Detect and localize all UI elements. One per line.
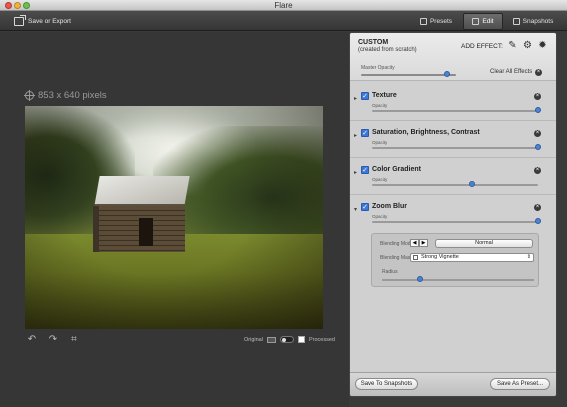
tab-presets[interactable]: Presets xyxy=(414,13,458,30)
effect-opacity-track[interactable] xyxy=(372,147,538,149)
save-export-label: Save or Export xyxy=(28,17,71,25)
stepper-prev-icon[interactable]: ◀ xyxy=(410,239,419,247)
disclosure-arrow-icon[interactable]: ▸ xyxy=(354,169,357,176)
dimensions-icon xyxy=(24,90,35,101)
tab-edit[interactable]: Edit xyxy=(463,13,503,30)
undo-icon[interactable]: ↶ xyxy=(27,335,37,345)
remove-effect-icon[interactable]: × xyxy=(534,204,541,211)
processed-checkbox[interactable] xyxy=(297,336,305,343)
preset-subtitle: (created from scratch) xyxy=(358,47,417,53)
window-title: Flare xyxy=(274,1,293,10)
edit-panel: CUSTOM (created from scratch) ADD EFFECT… xyxy=(349,32,557,397)
preset-title: CUSTOM xyxy=(358,39,389,46)
radius-slider[interactable] xyxy=(417,276,423,282)
effect-opacity-label: Opacity xyxy=(372,214,388,219)
tab-edit-label: Edit xyxy=(482,18,494,25)
compare-toggle[interactable] xyxy=(279,336,294,343)
mask-swatch-icon xyxy=(413,255,418,260)
save-as-preset-button[interactable]: Save As Preset... xyxy=(490,378,550,390)
blending-mode-button[interactable]: Normal xyxy=(435,239,533,248)
effect-opacity-track[interactable] xyxy=(372,110,538,112)
effect-opacity-slider[interactable] xyxy=(535,218,541,224)
radius-label: Radius xyxy=(382,269,398,275)
snapshots-icon xyxy=(512,18,520,25)
effect-enabled-checkbox[interactable]: ✓ xyxy=(361,129,369,137)
effect-opacity-slider[interactable] xyxy=(535,107,541,113)
presets-icon xyxy=(419,18,427,25)
blending-mode-stepper[interactable]: ◀ ▶ xyxy=(410,239,428,247)
radius-track[interactable] xyxy=(382,279,534,281)
add-effect-label: ADD EFFECT: xyxy=(461,43,503,50)
export-icon xyxy=(14,14,26,26)
blending-mode-label: Blending Mode xyxy=(380,241,414,247)
crop-icon[interactable]: ⌗ xyxy=(69,335,79,345)
title-bar: Flare xyxy=(0,0,567,11)
tab-snapshots-label: Snapshots xyxy=(522,18,554,25)
master-opacity-track[interactable] xyxy=(361,74,456,76)
effect-opacity-slider[interactable] xyxy=(468,181,475,187)
zoom-blur-settings: Blending Mode ◀ ▶ Normal Blending Mask S… xyxy=(371,233,539,287)
redo-icon[interactable]: ↷ xyxy=(48,335,58,345)
effect-opacity-track[interactable] xyxy=(372,184,538,186)
effect-enabled-checkbox[interactable]: ✓ xyxy=(361,92,369,100)
clear-all-effects-label[interactable]: Clear All Effects xyxy=(490,69,532,75)
blending-mask-select[interactable]: Strong Vignette ⇕ xyxy=(410,253,534,262)
tab-presets-label: Presets xyxy=(429,18,453,25)
canvas-tools: ↶ ↷ ⌗ xyxy=(27,335,79,345)
effect-opacity-label: Opacity xyxy=(372,103,388,108)
effect-enabled-checkbox[interactable]: ✓ xyxy=(361,203,369,211)
save-to-snapshots-button[interactable]: Save To Snapshots xyxy=(355,378,418,390)
divider xyxy=(350,194,556,195)
original-label: Original xyxy=(244,336,263,343)
blending-mask-value: Strong Vignette xyxy=(421,254,459,260)
chevron-updown-icon: ⇕ xyxy=(526,254,531,260)
divider xyxy=(350,120,556,121)
panel-footer: Save To Snapshots Save As Preset... xyxy=(350,372,556,396)
effect-name: Saturation, Brightness, Contrast xyxy=(372,129,480,136)
effect-opacity-label: Opacity xyxy=(372,140,388,145)
effect-name: Texture xyxy=(372,92,397,99)
dimensions-label: 853 x 640 pixels xyxy=(38,90,107,101)
add-effect-sun-icon[interactable]: ✹ xyxy=(537,40,548,51)
effect-opacity-track[interactable] xyxy=(372,221,538,223)
remove-effect-icon[interactable]: × xyxy=(534,167,541,174)
divider xyxy=(350,157,556,158)
master-opacity-label: Master Opacity xyxy=(361,65,395,71)
add-effect-brush-icon[interactable]: ✎ xyxy=(507,40,518,51)
photo-preview[interactable] xyxy=(25,106,323,329)
save-export-button[interactable]: Save or Export xyxy=(14,14,71,27)
edit-icon xyxy=(472,18,480,25)
disclosure-arrow-icon[interactable]: ▾ xyxy=(354,206,357,213)
toolbar: Save or Export Presets Edit Snapshots xyxy=(0,11,567,31)
add-effect-gear-icon[interactable]: ⚙ xyxy=(522,40,533,51)
master-opacity-slider[interactable] xyxy=(443,71,450,77)
clear-all-close-icon[interactable]: × xyxy=(535,69,542,76)
disclosure-arrow-icon[interactable]: ▸ xyxy=(354,132,357,139)
compare-controls: Original Processed xyxy=(244,336,335,343)
disclosure-arrow-icon[interactable]: ▸ xyxy=(354,95,357,102)
effect-name: Color Gradient xyxy=(372,166,422,173)
original-thumb-icon xyxy=(266,336,276,343)
remove-effect-icon[interactable]: × xyxy=(534,130,541,137)
blending-mask-label: Blending Mask xyxy=(380,255,413,261)
effect-opacity-label: Opacity xyxy=(372,177,388,182)
effect-enabled-checkbox[interactable]: ✓ xyxy=(361,166,369,174)
remove-effect-icon[interactable]: × xyxy=(534,93,541,100)
panel-header: CUSTOM (created from scratch) ADD EFFECT… xyxy=(350,33,556,81)
photo-vignette xyxy=(25,106,323,329)
processed-label: Processed xyxy=(308,336,335,343)
canvas-area: 853 x 640 pixels ↶ ↷ ⌗ Original Processe… xyxy=(0,32,349,407)
effect-name: Zoom Blur xyxy=(372,203,407,210)
effect-opacity-slider[interactable] xyxy=(535,144,541,150)
tab-snapshots[interactable]: Snapshots xyxy=(505,13,561,30)
stepper-next-icon[interactable]: ▶ xyxy=(419,239,428,247)
image-dimensions: 853 x 640 pixels xyxy=(24,90,107,101)
